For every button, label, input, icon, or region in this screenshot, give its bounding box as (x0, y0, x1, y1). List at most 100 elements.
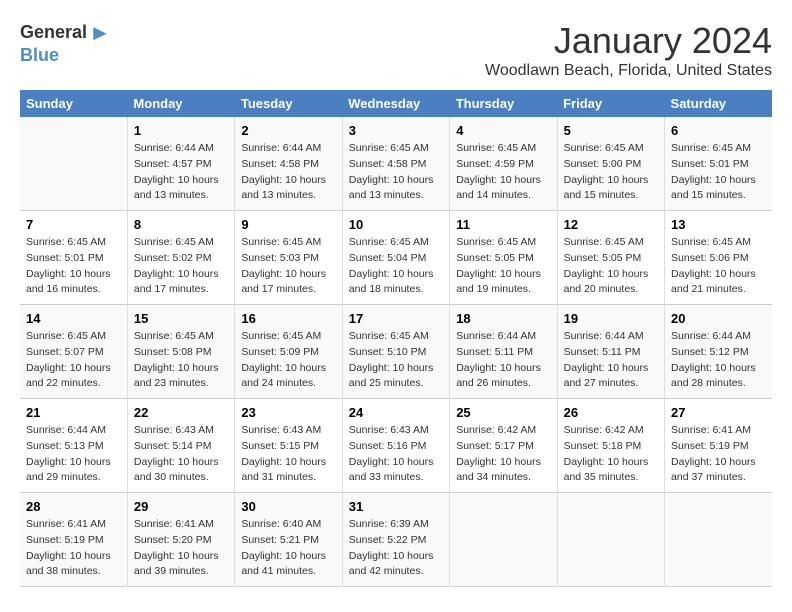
calendar-cell: 27 Sunrise: 6:41 AM Sunset: 5:19 PM Dayli… (665, 399, 772, 493)
calendar-cell: 19Sunrise: 6:44 AM Sunset: 5:11 PM Dayli… (557, 305, 664, 399)
calendar-cell: 13 Sunrise: 6:45 AM Sunset: 5:06 PM Dayli… (665, 211, 772, 305)
cell-info: Sunrise: 6:44 AM Sunset: 5:13 PM Dayligh… (26, 423, 121, 486)
day-number: 23 (241, 405, 335, 420)
day-number: 5 (564, 123, 658, 138)
day-number: 18 (456, 311, 550, 326)
cell-info: Sunrise: 6:43 AM Sunset: 5:14 PM Dayligh… (134, 423, 228, 486)
day-number: 7 (26, 217, 121, 232)
cell-info: Sunrise: 6:45 AM Sunset: 5:05 PM Dayligh… (564, 235, 658, 298)
calendar-cell (665, 493, 772, 587)
calendar-cell: 20 Sunrise: 6:44 AM Sunset: 5:12 PM Dayli… (665, 305, 772, 399)
cell-info: Sunrise: 6:40 AM Sunset: 5:21 PM Dayligh… (241, 517, 335, 580)
day-number: 13 (671, 217, 766, 232)
day-number: 11 (456, 217, 550, 232)
logo: General ► Blue (20, 20, 111, 66)
week-row-1: 1 Sunrise: 6:44 AM Sunset: 4:57 PM Daylig… (20, 117, 772, 211)
calendar-cell: 30 Sunrise: 6:40 AM Sunset: 5:21 PM Dayli… (235, 493, 342, 587)
cell-info: Sunrise: 6:39 AM Sunset: 5:22 PM Dayligh… (349, 517, 443, 580)
calendar-cell: 3 Sunrise: 6:45 AM Sunset: 4:58 PM Daylig… (342, 117, 449, 211)
cell-info: Sunrise: 6:44 AM Sunset: 4:58 PM Dayligh… (241, 141, 335, 204)
cell-info: Sunrise: 6:41 AM Sunset: 5:20 PM Dayligh… (134, 517, 228, 580)
calendar-cell: 26 Sunrise: 6:42 AM Sunset: 5:18 PM Dayli… (557, 399, 664, 493)
calendar-cell: 31 Sunrise: 6:39 AM Sunset: 5:22 PM Dayli… (342, 493, 449, 587)
day-number: 31 (349, 499, 443, 514)
cell-info: Sunrise: 6:45 AM Sunset: 5:02 PM Dayligh… (134, 235, 228, 298)
day-number: 19 (564, 311, 658, 326)
calendar-cell: 7Sunrise: 6:45 AM Sunset: 5:01 PM Daylig… (20, 211, 127, 305)
day-number: 6 (671, 123, 766, 138)
cell-info: Sunrise: 6:45 AM Sunset: 4:58 PM Dayligh… (349, 141, 443, 204)
cell-info: Sunrise: 6:45 AM Sunset: 5:00 PM Dayligh… (564, 141, 658, 204)
cell-info: Sunrise: 6:44 AM Sunset: 5:11 PM Dayligh… (456, 329, 550, 392)
calendar-cell: 28Sunrise: 6:41 AM Sunset: 5:19 PM Dayli… (20, 493, 127, 587)
calendar-cell: 16 Sunrise: 6:45 AM Sunset: 5:09 PM Dayli… (235, 305, 342, 399)
calendar-cell (557, 493, 664, 587)
cell-info: Sunrise: 6:45 AM Sunset: 5:10 PM Dayligh… (349, 329, 443, 392)
cell-info: Sunrise: 6:43 AM Sunset: 5:16 PM Dayligh… (349, 423, 443, 486)
cell-info: Sunrise: 6:45 AM Sunset: 5:01 PM Dayligh… (671, 141, 766, 204)
calendar-cell: 14Sunrise: 6:45 AM Sunset: 5:07 PM Dayli… (20, 305, 127, 399)
cell-info: Sunrise: 6:45 AM Sunset: 5:09 PM Dayligh… (241, 329, 335, 392)
calendar-cell: 21 Sunrise: 6:44 AM Sunset: 5:13 PM Dayli… (20, 399, 127, 493)
logo-blue: Blue (20, 45, 59, 65)
day-number: 30 (241, 499, 335, 514)
calendar-cell: 18 Sunrise: 6:44 AM Sunset: 5:11 PM Dayli… (450, 305, 557, 399)
calendar-table: SundayMondayTuesdayWednesdayThursdayFrid… (20, 90, 772, 587)
calendar-cell (20, 117, 127, 211)
day-number: 12 (564, 217, 658, 232)
day-number: 16 (241, 311, 335, 326)
calendar-cell: 12 Sunrise: 6:45 AM Sunset: 5:05 PM Dayli… (557, 211, 664, 305)
calendar-cell: 22 Sunrise: 6:43 AM Sunset: 5:14 PM Dayli… (127, 399, 234, 493)
day-number: 20 (671, 311, 766, 326)
column-header-sunday: Sunday (20, 90, 127, 117)
day-number: 1 (134, 123, 228, 138)
cell-info: Sunrise: 6:42 AM Sunset: 5:18 PM Dayligh… (564, 423, 658, 486)
cell-info: Sunrise: 6:45 AM Sunset: 5:03 PM Dayligh… (241, 235, 335, 298)
calendar-cell: 5 Sunrise: 6:45 AM Sunset: 5:00 PM Daylig… (557, 117, 664, 211)
cell-info: Sunrise: 6:44 AM Sunset: 5:12 PM Dayligh… (671, 329, 766, 392)
calendar-cell (450, 493, 557, 587)
title-section: January 2024 Woodlawn Beach, Florida, Un… (485, 20, 772, 80)
day-number: 27 (671, 405, 766, 420)
calendar-body: 1 Sunrise: 6:44 AM Sunset: 4:57 PM Daylig… (20, 117, 772, 587)
calendar-cell: 15 Sunrise: 6:45 AM Sunset: 5:08 PM Dayli… (127, 305, 234, 399)
column-header-thursday: Thursday (450, 90, 557, 117)
day-number: 26 (564, 405, 658, 420)
cell-info: Sunrise: 6:45 AM Sunset: 4:59 PM Dayligh… (456, 141, 550, 204)
cell-info: Sunrise: 6:44 AM Sunset: 4:57 PM Dayligh… (134, 141, 228, 204)
page-header: General ► Blue January 2024 Woodlawn Bea… (20, 20, 772, 80)
calendar-cell: 8Sunrise: 6:45 AM Sunset: 5:02 PM Daylig… (127, 211, 234, 305)
column-header-friday: Friday (557, 90, 664, 117)
calendar-cell: 10Sunrise: 6:45 AM Sunset: 5:04 PM Dayli… (342, 211, 449, 305)
day-number: 4 (456, 123, 550, 138)
calendar-cell: 11Sunrise: 6:45 AM Sunset: 5:05 PM Dayli… (450, 211, 557, 305)
column-header-tuesday: Tuesday (235, 90, 342, 117)
column-header-wednesday: Wednesday (342, 90, 449, 117)
week-row-3: 14Sunrise: 6:45 AM Sunset: 5:07 PM Dayli… (20, 305, 772, 399)
cell-info: Sunrise: 6:43 AM Sunset: 5:15 PM Dayligh… (241, 423, 335, 486)
cell-info: Sunrise: 6:45 AM Sunset: 5:08 PM Dayligh… (134, 329, 228, 392)
calendar-cell: 24 Sunrise: 6:43 AM Sunset: 5:16 PM Dayli… (342, 399, 449, 493)
calendar-cell: 17 Sunrise: 6:45 AM Sunset: 5:10 PM Dayli… (342, 305, 449, 399)
month-title: January 2024 (485, 20, 772, 62)
day-number: 10 (349, 217, 443, 232)
week-row-5: 28Sunrise: 6:41 AM Sunset: 5:19 PM Dayli… (20, 493, 772, 587)
cell-info: Sunrise: 6:41 AM Sunset: 5:19 PM Dayligh… (671, 423, 766, 486)
day-number: 21 (26, 405, 121, 420)
day-number: 15 (134, 311, 228, 326)
day-number: 24 (349, 405, 443, 420)
calendar-header: SundayMondayTuesdayWednesdayThursdayFrid… (20, 90, 772, 117)
day-number: 3 (349, 123, 443, 138)
calendar-cell: 1 Sunrise: 6:44 AM Sunset: 4:57 PM Daylig… (127, 117, 234, 211)
cell-info: Sunrise: 6:45 AM Sunset: 5:06 PM Dayligh… (671, 235, 766, 298)
day-number: 17 (349, 311, 443, 326)
calendar-cell: 2Sunrise: 6:44 AM Sunset: 4:58 PM Daylig… (235, 117, 342, 211)
location-title: Woodlawn Beach, Florida, United States (485, 62, 772, 80)
day-number: 22 (134, 405, 228, 420)
day-number: 25 (456, 405, 550, 420)
cell-info: Sunrise: 6:42 AM Sunset: 5:17 PM Dayligh… (456, 423, 550, 486)
week-row-2: 7Sunrise: 6:45 AM Sunset: 5:01 PM Daylig… (20, 211, 772, 305)
calendar-cell: 6 Sunrise: 6:45 AM Sunset: 5:01 PM Daylig… (665, 117, 772, 211)
calendar-cell: 9Sunrise: 6:45 AM Sunset: 5:03 PM Daylig… (235, 211, 342, 305)
column-header-monday: Monday (127, 90, 234, 117)
